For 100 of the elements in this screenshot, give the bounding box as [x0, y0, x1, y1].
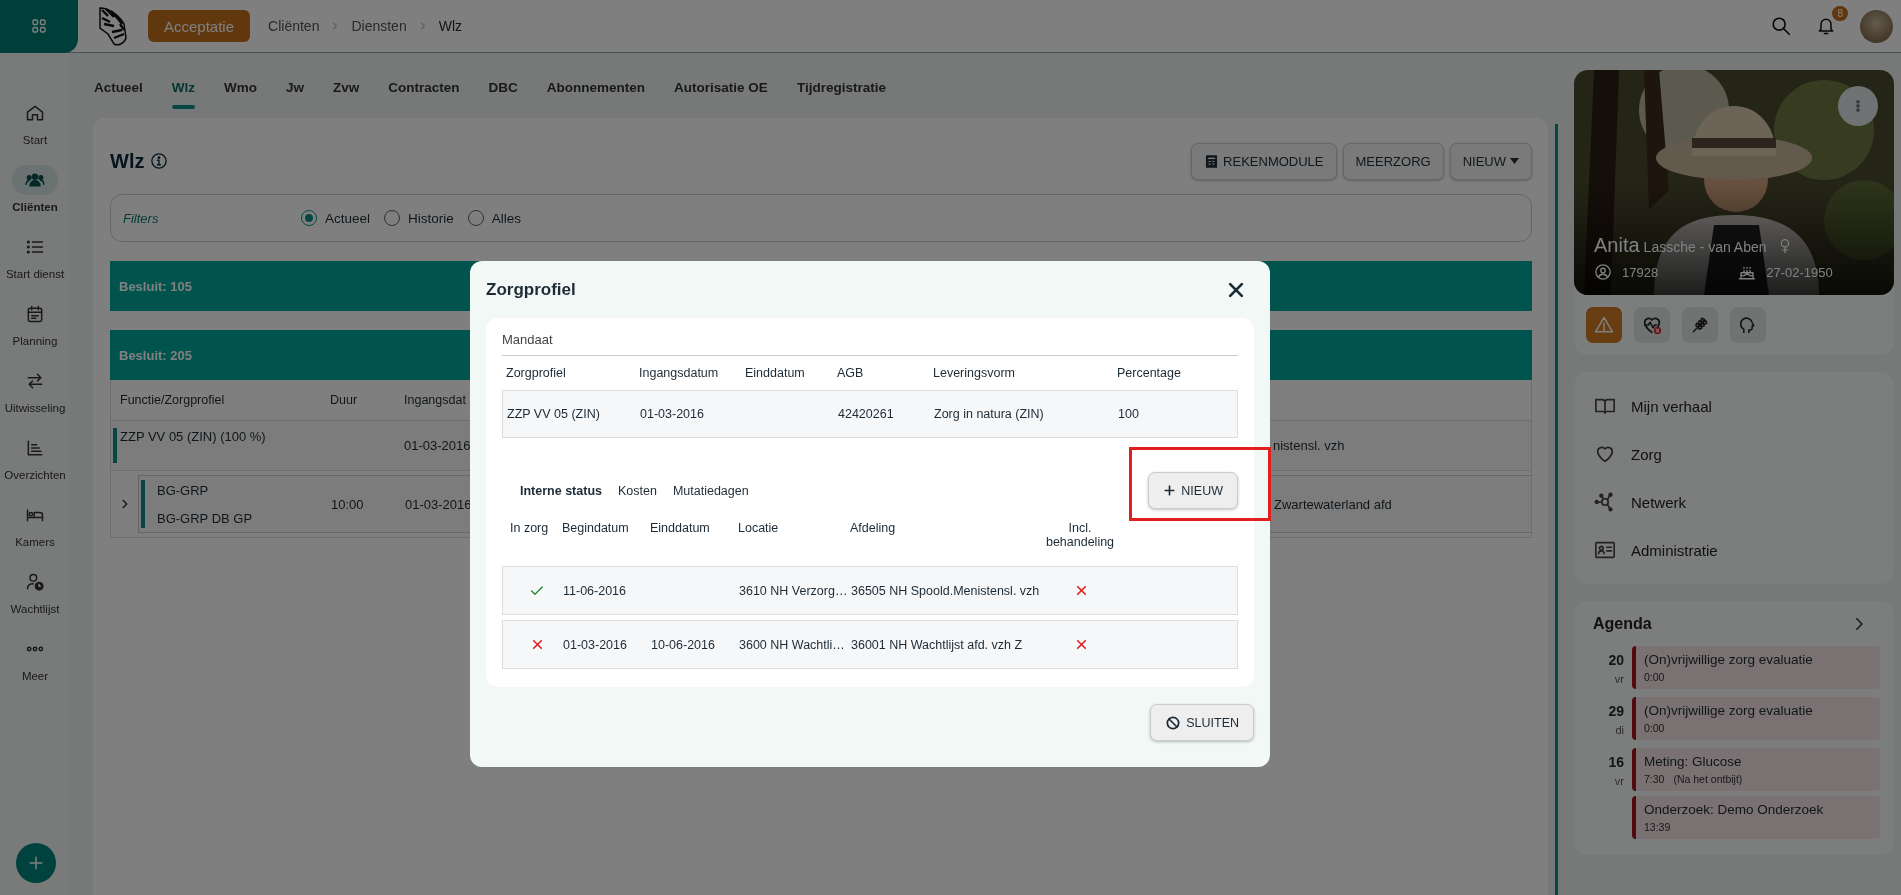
column-header: Ingangsdat	[404, 393, 467, 407]
app-menu-button[interactable]	[0, 0, 78, 53]
nav-item[interactable]: Uitwisseling	[0, 366, 70, 433]
people-icon	[25, 170, 45, 190]
table-cell-text: 42420261	[838, 407, 895, 421]
toolbar-button[interactable]: NIEUW	[1449, 142, 1532, 180]
table-cell: 36505 NH Spoold.Menistensl. vzh	[851, 583, 1041, 598]
toolbar-button[interactable]: MEERZORG	[1342, 142, 1444, 180]
breadcrumb-link[interactable]: Diensten	[351, 18, 407, 34]
agenda-event[interactable]: Meting: Glucose 7:30 (Na het ontbijt)	[1632, 748, 1880, 791]
table-cell-text: Zwartewaterland afd	[1274, 496, 1393, 512]
alert-button[interactable]	[1586, 307, 1622, 343]
tab[interactable]: Interne status	[520, 483, 602, 498]
table-cell-text: BG-GRP	[157, 482, 210, 498]
head-icon	[1738, 315, 1758, 335]
table-cell-text: 01-03-2016	[404, 438, 472, 453]
tab[interactable]: Wlz	[171, 62, 196, 109]
tab[interactable]: Kosten	[617, 483, 657, 498]
toolbar-button[interactable]: REKENMODULE	[1191, 142, 1337, 180]
menu-item[interactable]: Administratie	[1574, 526, 1894, 574]
alert-button[interactable]	[1634, 307, 1670, 343]
filter-label: Filters	[123, 210, 160, 226]
network-icon	[1594, 491, 1616, 513]
page-title: Wlz	[110, 149, 145, 173]
tab[interactable]: Contracten	[388, 62, 460, 109]
column-header: Incl. behandeling	[1044, 521, 1116, 549]
new-button[interactable]: NIEUW	[1148, 472, 1238, 509]
avatar[interactable]	[1860, 9, 1893, 43]
column-header: Percentage	[1117, 366, 1182, 380]
warning-icon	[1594, 315, 1614, 335]
birth-date: 27-02-1950	[1766, 264, 1833, 280]
day-number: 16	[1608, 754, 1624, 770]
nav-item[interactable]: Start dienst	[0, 232, 70, 299]
radio-button[interactable]: Actueel	[301, 210, 371, 226]
calendar-icon	[25, 304, 45, 324]
tab[interactable]: Mutatiedagen	[672, 483, 749, 498]
caret-icon	[1510, 158, 1519, 164]
alert-button[interactable]	[1682, 307, 1718, 343]
add-button[interactable]	[16, 843, 56, 883]
column-header: Duur	[330, 393, 359, 407]
tab[interactable]: Tijdregistratie	[796, 62, 886, 109]
nav-item[interactable]: Wachtlijst	[0, 567, 70, 634]
id-card-icon	[1594, 539, 1616, 561]
day-number: 20	[1608, 652, 1624, 668]
menu-item[interactable]: Netwerk	[1574, 478, 1894, 526]
radio-button[interactable]: Historie	[384, 210, 454, 226]
tab[interactable]: Autorisatie OE	[674, 62, 768, 109]
tab[interactable]: Wmo	[224, 62, 258, 109]
nav-item[interactable]: Overzichten	[0, 433, 70, 500]
info-icon	[150, 152, 169, 170]
person-clock-icon	[25, 572, 45, 592]
chart-icon	[25, 438, 45, 458]
section-label: Mandaat	[502, 332, 1238, 356]
acceptatie-button[interactable]: Acceptatie	[148, 10, 251, 42]
agenda-event[interactable]: (On)vrijwillige zorg evaluatie 0:00	[1632, 646, 1880, 689]
scroll-bar[interactable]	[1555, 124, 1558, 895]
day-number: 29	[1608, 703, 1624, 719]
person-icon	[1594, 263, 1612, 281]
calculator-icon	[1204, 153, 1220, 169]
alert-button[interactable]	[1730, 307, 1766, 343]
column-header: In zorg	[510, 521, 550, 535]
tab[interactable]: Actueel	[94, 62, 143, 109]
table-cell-text: nistensl. vzh	[1273, 438, 1346, 453]
table-cell: BG-GRP DB GP	[157, 510, 253, 526]
table-cell-text: 10-06-2016	[651, 637, 716, 652]
table-cell-text: 36001 NH Wachtlijst afd. vzh Z	[851, 637, 1024, 652]
table-cell-text: 3610 NH Verzorg…	[739, 583, 849, 598]
client-first-name: Anita	[1594, 234, 1640, 257]
tab[interactable]: Abonnementen	[546, 62, 646, 109]
menu-item[interactable]: Zorg	[1574, 430, 1894, 478]
close-button[interactable]: SLUITEN	[1150, 704, 1254, 741]
table-cell-text: 11-06-2016	[563, 583, 627, 598]
column-header: Functie/Zorgprofiel	[120, 393, 226, 407]
nav-item[interactable]: Kamers	[0, 500, 70, 567]
nav-item[interactable]: Start	[0, 98, 70, 165]
table-cell-text: 01-03-2016	[563, 637, 628, 652]
tab[interactable]: DBC	[488, 62, 518, 109]
nav-item[interactable]: Meer	[0, 634, 70, 701]
client-number: 17928	[1622, 264, 1659, 280]
tab[interactable]: Jw	[286, 62, 305, 109]
search-icon	[1770, 15, 1792, 37]
table-cell-text: 3600 NH Wachtli…	[739, 637, 846, 652]
notification-badge: 8	[1832, 6, 1848, 21]
radio-button[interactable]: Alles	[467, 210, 522, 226]
dialog-title: Zorgprofiel	[486, 279, 576, 300]
agenda-event[interactable]: (On)vrijwillige zorg evaluatie 0:00	[1632, 697, 1880, 740]
weekday: vr	[1614, 673, 1624, 685]
breadcrumb-link[interactable]: Cliënten	[268, 18, 320, 34]
breadcrumb-link[interactable]: Wlz	[438, 18, 462, 34]
menu-item[interactable]: Mijn verhaal	[1574, 382, 1894, 430]
agenda-title: Agenda	[1593, 615, 1652, 633]
tab[interactable]: Zvw	[333, 62, 360, 109]
accent-bar	[113, 428, 117, 463]
table-cell-text: 01-03-2016	[405, 496, 473, 512]
nav-item[interactable]: Planning	[0, 299, 70, 366]
column-header: Leveringsvorm	[933, 366, 1016, 380]
column-header: Begindatum	[562, 521, 630, 535]
agenda-event[interactable]: Onderzoek: Demo Onderzoek 13:39	[1632, 796, 1880, 839]
nav-item[interactable]: Cliënten	[0, 165, 70, 232]
list-icon	[25, 237, 45, 257]
